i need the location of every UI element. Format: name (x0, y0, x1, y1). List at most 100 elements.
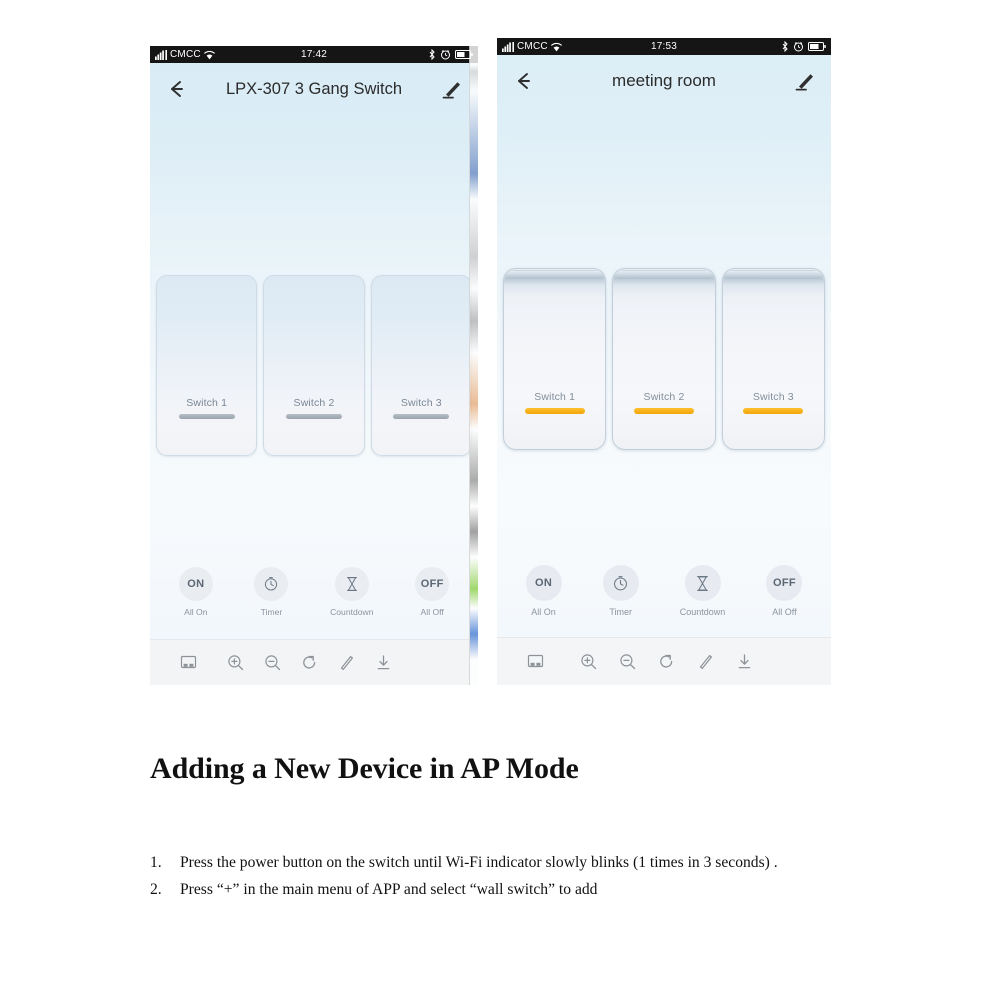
page-root: CMCC 17:42 LPX-307 3 Gang Switch Switch … (0, 0, 1000, 1000)
action-label: Timer (260, 607, 283, 617)
quick-action-bar: ON All On Timer Countdown OFF All Off (497, 553, 831, 623)
annotate-pencil-icon[interactable] (697, 653, 714, 670)
switch-card-label: Switch 3 (752, 391, 794, 403)
viewer-toolbar (150, 639, 478, 685)
list-item-number: 2. (150, 880, 162, 898)
switch-card[interactable]: Switch 1 (503, 268, 607, 450)
all-off-icon: OFF (766, 565, 803, 601)
switch-state-indicator (393, 414, 450, 419)
switch-card-row: Switch 1 Switch 2 Switch 3 (497, 268, 831, 450)
page-title: LPX-307 3 Gang Switch (225, 79, 403, 98)
switch-state-indicator (524, 408, 585, 414)
viewer-toolbar-group (227, 654, 392, 671)
status-bar: CMCC 17:53 (497, 38, 831, 55)
download-icon[interactable] (375, 654, 392, 671)
wifi-icon (550, 42, 563, 52)
action-label: All On (531, 607, 556, 617)
viewer-toolbar (497, 637, 831, 685)
clock-icon (254, 567, 289, 601)
status-bar-right (781, 41, 826, 52)
action-label: All Off (772, 607, 797, 617)
hourglass-icon (334, 567, 369, 601)
switch-card[interactable]: Switch 1 (156, 275, 258, 456)
switch-state-indicator (178, 414, 235, 419)
cellular-signal-icon (155, 49, 168, 60)
action-label: All Off (420, 607, 444, 617)
bluetooth-icon (428, 49, 436, 60)
switch-state-indicator (743, 408, 804, 414)
edit-pencil-icon[interactable] (440, 77, 464, 101)
cellular-signal-icon (502, 41, 515, 52)
app-header: meeting room (497, 55, 831, 107)
battery-icon (808, 42, 826, 51)
annotate-pencil-icon[interactable] (338, 654, 355, 671)
fit-page-icon[interactable] (150, 654, 197, 671)
zoom-in-icon[interactable] (227, 654, 244, 671)
all-on-glyph: ON (187, 578, 205, 590)
back-arrow-icon[interactable] (511, 68, 537, 94)
all-off-icon: OFF (415, 567, 450, 601)
viewer-toolbar-group (580, 653, 753, 670)
switch-card-row: Switch 1 Switch 2 Switch 3 (150, 275, 478, 456)
action-timer[interactable]: Timer (254, 567, 289, 617)
page-title: meeting room (612, 71, 716, 90)
switch-card[interactable]: Switch 3 (721, 268, 825, 450)
list-item-text: Press the power button on the switch unt… (180, 854, 778, 871)
phone-screenshot-room-detail: CMCC 17:53 meeting room Switch 1 Switch … (497, 38, 831, 685)
switch-state-indicator (285, 414, 342, 419)
fit-page-icon[interactable] (497, 653, 544, 670)
clock-icon (602, 565, 639, 601)
action-countdown[interactable]: Countdown (330, 567, 374, 617)
switch-card[interactable]: Switch 3 (370, 275, 472, 456)
all-on-icon: ON (525, 565, 562, 601)
switch-card[interactable]: Switch 2 (263, 275, 365, 456)
edit-pencil-icon[interactable] (793, 69, 817, 93)
back-arrow-icon[interactable] (164, 76, 190, 102)
zoom-in-icon[interactable] (580, 653, 597, 670)
switch-card-label: Switch 3 (400, 397, 442, 409)
download-icon[interactable] (736, 653, 753, 670)
switch-state-indicator (633, 408, 694, 414)
rotate-right-icon[interactable] (658, 653, 675, 670)
action-countdown[interactable]: Countdown (679, 565, 726, 617)
status-bar-right (428, 49, 473, 60)
list-item-text: Press “+” in the main menu of APP and se… (180, 880, 598, 898)
hourglass-icon (684, 565, 721, 601)
adjacent-screenshot-sliver (469, 46, 478, 685)
action-all-off[interactable]: OFF All Off (415, 567, 450, 617)
zoom-out-icon[interactable] (264, 654, 281, 671)
carrier-label: CMCC (170, 49, 201, 60)
action-all-off[interactable]: OFF All Off (766, 565, 803, 617)
status-bar: CMCC 17:42 (150, 46, 478, 63)
all-on-glyph: ON (534, 577, 553, 589)
app-screen: LPX-307 3 Gang Switch Switch 1 Switch 2 … (150, 63, 478, 685)
battery-icon (455, 50, 473, 59)
status-bar-left: CMCC (155, 49, 216, 60)
list-item: 2. Press “+” in the main menu of APP and… (150, 877, 856, 904)
switch-card-label: Switch 1 (534, 391, 576, 403)
wifi-icon (203, 50, 216, 60)
quick-action-bar: ON All On Timer Countdown OFF All Off (150, 555, 478, 621)
all-off-glyph: OFF (420, 578, 444, 590)
all-on-icon: ON (178, 567, 213, 601)
rotate-right-icon[interactable] (301, 654, 318, 671)
bluetooth-icon (781, 41, 789, 52)
action-label: Countdown (330, 607, 374, 617)
action-timer[interactable]: Timer (602, 565, 639, 617)
all-off-glyph: OFF (772, 577, 796, 589)
zoom-out-icon[interactable] (619, 653, 636, 670)
list-item: 1. Press the power button on the switch … (150, 850, 856, 877)
action-all-on[interactable]: ON All On (178, 567, 213, 617)
action-label: All On (184, 607, 208, 617)
carrier-label: CMCC (517, 41, 548, 52)
switch-card[interactable]: Switch 2 (612, 268, 716, 450)
action-label: Countdown (679, 607, 726, 617)
status-bar-left: CMCC (502, 41, 563, 52)
app-screen: meeting room Switch 1 Switch 2 Switch 3 … (497, 55, 831, 685)
switch-card-label: Switch 2 (643, 391, 685, 403)
switch-card-label: Switch 2 (293, 397, 335, 409)
phone-screenshot-device-detail: CMCC 17:42 LPX-307 3 Gang Switch Switch … (150, 46, 478, 685)
alarm-clock-icon (793, 41, 804, 52)
switch-card-label: Switch 1 (186, 397, 228, 409)
action-all-on[interactable]: ON All On (525, 565, 562, 617)
